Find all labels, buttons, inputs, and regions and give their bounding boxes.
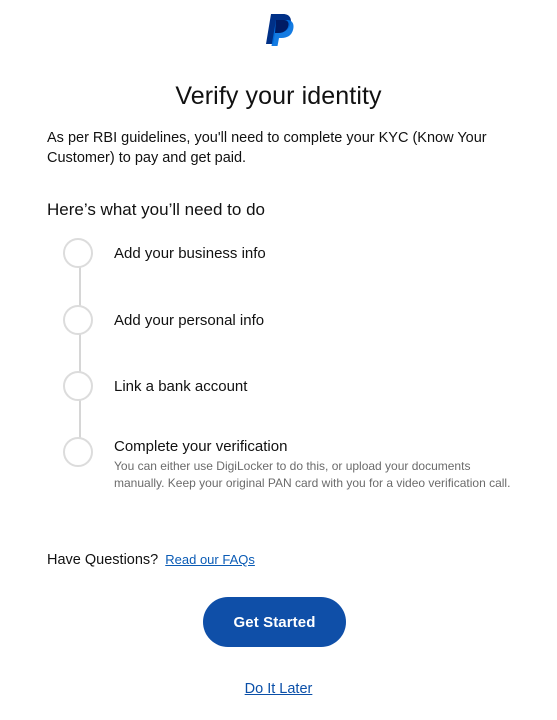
paypal-logo-icon — [266, 14, 294, 46]
step-3-label: Link a bank account — [114, 378, 248, 395]
faq-link[interactable]: Read our FAQs — [165, 552, 255, 567]
faq-prompt: Have Questions? — [47, 552, 159, 568]
do-it-later-row: Do It Later — [0, 681, 557, 697]
step-2-label: Add your personal info — [114, 312, 265, 329]
step-3-circle-icon — [63, 371, 93, 401]
page-title: Verify your identity — [175, 82, 382, 110]
step-1-label: Add your business info — [114, 245, 266, 262]
timeline-line — [79, 254, 81, 454]
step-1-circle-icon — [63, 238, 93, 268]
step-4-description: You can either use DigiLocker to do this… — [114, 459, 511, 490]
get-started-button[interactable]: Get Started — [203, 597, 346, 647]
step-2-circle-icon — [63, 305, 93, 335]
step-4-circle-icon — [63, 437, 93, 467]
faq-row: Have Questions? Read our FAQs — [47, 552, 255, 568]
step-4-label: Complete your verification — [114, 438, 288, 455]
intro-text: As per RBI guidelines, you'll need to co… — [47, 130, 487, 166]
do-it-later-link[interactable]: Do It Later — [245, 681, 313, 697]
steps-heading: Here’s what you’ll need to do — [47, 200, 265, 219]
